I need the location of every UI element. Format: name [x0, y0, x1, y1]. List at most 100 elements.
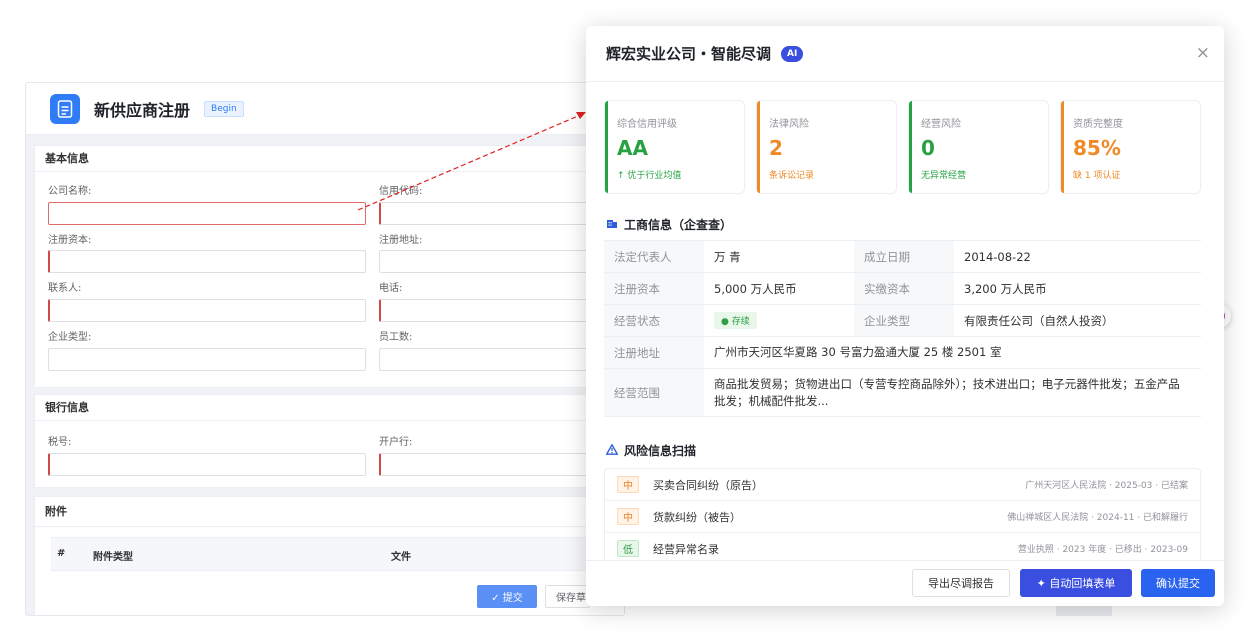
ent-type-input[interactable]: [48, 348, 366, 371]
warning-icon: [605, 442, 619, 458]
status-badge: ● 存续: [714, 312, 757, 329]
save-draft-button[interactable]: 保存草: [545, 585, 590, 608]
section-title: 基本信息: [35, 146, 624, 172]
key-cell: 经营范围: [604, 369, 704, 416]
key-cell: 实缴资本: [854, 273, 954, 304]
form-header: 新供应商注册 Begin: [26, 83, 624, 135]
risk-item-meta: 广州天河区人民法院 · 2025-03 · 已结案: [1025, 481, 1188, 491]
panel-body: 综合信用评级 AA ↑ 优于行业均值 法律风险 2 条诉讼记录 经营风险 0 无…: [586, 82, 1224, 560]
metric-label: 综合信用评级: [617, 119, 677, 130]
autofill-form-button[interactable]: ✦ 自动回填表单: [1020, 569, 1132, 597]
phone-label: 电话:: [379, 283, 403, 294]
key-cell: 成立日期: [854, 241, 954, 272]
metric-card-credit: 综合信用评级 AA ↑ 优于行业均值: [604, 100, 745, 194]
confirm-submit-button[interactable]: 确认提交: [1141, 569, 1215, 597]
risk-item-title: 买卖合同纠纷（原告）: [653, 478, 763, 492]
value-cell: 广州市天河区华夏路 30 号富力盈通大厦 25 楼 2501 室: [714, 345, 1002, 359]
metric-sub: 无异常经营: [921, 171, 967, 181]
contact-input[interactable]: [48, 299, 366, 322]
due-diligence-panel: 辉宏实业公司・智能尽调 AI × 综合信用评级 AA ↑ 优于行业均值 法律风险…: [586, 26, 1224, 606]
metric-sub: 条诉讼记录: [769, 171, 815, 181]
table-row: 法定代表人 万 青 成立日期 2014-08-22: [604, 241, 1201, 273]
value-cell: 5,000 万人民币: [714, 281, 797, 296]
reg-address-label: 注册地址:: [379, 235, 423, 246]
employees-label: 员工数:: [379, 332, 413, 343]
value-cell: 有限责任公司（自然人投资）: [964, 313, 1114, 328]
metric-sub: 缺 1 项认证: [1073, 171, 1121, 181]
ai-badge: AI: [781, 45, 804, 62]
bank-info-section: 银行信息 税号: 开户行:: [34, 394, 624, 488]
risk-title: 风险信息扫描: [624, 444, 697, 458]
form-title: 新供应商注册: [94, 100, 191, 120]
list-item[interactable]: 低 经营异常名录 营业执照 · 2023 年度 · 已移出 · 2023-09: [605, 533, 1200, 560]
metric-value: AA: [617, 136, 648, 160]
company-name-label: 公司名称:: [48, 186, 92, 197]
key-cell: 注册资本: [604, 273, 704, 304]
value-cell: 2014-08-22: [964, 249, 1031, 264]
section-title: 附件: [35, 497, 624, 527]
background-strip: [1056, 606, 1112, 616]
panel-title: 辉宏实业公司・智能尽调: [606, 45, 772, 63]
status-tag: Begin: [204, 100, 244, 117]
metric-card-qualification: 资质完整度 85% 缺 1 项认证: [1060, 100, 1201, 194]
risk-level-badge: 中: [617, 476, 639, 493]
metric-value: 0: [921, 136, 935, 160]
risk-heading: 风险信息扫描: [605, 442, 697, 459]
tax-no-label: 税号:: [48, 437, 72, 448]
metric-value: 85%: [1073, 136, 1121, 160]
key-cell: 注册地址: [604, 337, 704, 368]
table-row: 经营范围 商品批发贸易；货物进出口（专营专控商品除外）；技术进出口；电子元器件批…: [604, 369, 1201, 417]
reg-capital-input[interactable]: [48, 250, 366, 273]
document-icon: [50, 93, 80, 124]
building-icon: [606, 217, 618, 232]
metric-label: 经营风险: [921, 119, 961, 130]
risk-list: 中 买卖合同纠纷（原告） 广州天河区人民法院 · 2025-03 · 已结案 中…: [604, 468, 1201, 560]
list-item[interactable]: 中 货款纠纷（被告） 佛山禅城区人民法院 · 2024-11 · 已和解履行: [605, 501, 1200, 533]
risk-item-title: 货款纠纷（被告）: [653, 510, 741, 524]
value-cell: ● 存续: [704, 305, 854, 336]
list-item[interactable]: 中 买卖合同纠纷（原告） 广州天河区人民法院 · 2025-03 · 已结案: [605, 469, 1200, 501]
credit-code-label: 信用代码:: [379, 186, 423, 197]
metric-label: 资质完整度: [1073, 119, 1123, 130]
table-row: 注册资本 5,000 万人民币 实缴资本 3,200 万人民币: [604, 273, 1201, 305]
risk-item-meta: 佛山禅城区人民法院 · 2024-11 · 已和解履行: [1007, 513, 1188, 523]
panel-footer: 导出尽调报告 ✦ 自动回填表单 确认提交: [586, 560, 1224, 606]
screen: 新供应商注册 Begin 基本信息 公司名称: 信用代码: 注册资本: 注册地址…: [0, 0, 1253, 637]
metric-label: 法律风险: [769, 119, 809, 130]
metric-cards: 综合信用评级 AA ↑ 优于行业均值 法律风险 2 条诉讼记录 经营风险 0 无…: [604, 100, 1201, 194]
close-icon[interactable]: ×: [1196, 43, 1210, 63]
col-type: 附件类型: [93, 552, 133, 563]
metric-sub: ↑ 优于行业均值: [617, 171, 682, 181]
bank-label: 开户行:: [379, 437, 413, 448]
tax-no-input[interactable]: [48, 453, 366, 476]
submit-button[interactable]: ✓ 提交: [477, 585, 537, 608]
col-file: 文件: [391, 552, 411, 563]
supplier-registration-form: 新供应商注册 Begin 基本信息 公司名称: 信用代码: 注册资本: 注册地址…: [25, 82, 625, 616]
value-cell: 万 青: [714, 249, 741, 264]
value-cell: 3,200 万人民币: [964, 281, 1047, 296]
key-cell: 企业类型: [854, 305, 954, 336]
risk-item-meta: 营业执照 · 2023 年度 · 已移出 · 2023-09: [1017, 545, 1188, 555]
section-title: 银行信息: [35, 395, 624, 421]
metric-card-legal: 法律风险 2 条诉讼记录: [756, 100, 897, 194]
risk-level-badge: 低: [617, 540, 639, 557]
metric-value: 2: [769, 136, 783, 160]
risk-item-title: 经营异常名录: [653, 542, 719, 556]
contact-label: 联系人:: [48, 283, 82, 294]
biz-info-heading: 工商信息（企查查）: [606, 216, 732, 233]
col-index: #: [57, 548, 66, 559]
basic-info-section: 基本信息 公司名称: 信用代码: 注册资本: 注册地址: 联系人: 电话: 企业…: [34, 145, 624, 388]
ent-type-label: 企业类型:: [48, 332, 92, 343]
table-row: 注册地址 广州市天河区华夏路 30 号富力盈通大厦 25 楼 2501 室: [604, 337, 1201, 369]
attachments-table-header: # 附件类型 文件: [51, 537, 624, 571]
panel-header: 辉宏实业公司・智能尽调 AI ×: [586, 26, 1224, 82]
table-row: 经营状态 ● 存续 企业类型 有限责任公司（自然人投资）: [604, 305, 1201, 337]
biz-info-title: 工商信息（企查查）: [624, 218, 733, 232]
company-name-input[interactable]: [48, 202, 366, 225]
biz-info-table: 法定代表人 万 青 成立日期 2014-08-22 注册资本 5,000 万人民…: [604, 240, 1201, 417]
risk-level-badge: 中: [617, 508, 639, 525]
value-cell: 商品批发贸易；货物进出口（专营专控商品除外）；技术进出口；电子元器件批发；五金产…: [714, 376, 1180, 408]
reg-capital-label: 注册资本:: [48, 235, 92, 246]
key-cell: 法定代表人: [604, 241, 704, 272]
export-report-button[interactable]: 导出尽调报告: [912, 569, 1010, 597]
